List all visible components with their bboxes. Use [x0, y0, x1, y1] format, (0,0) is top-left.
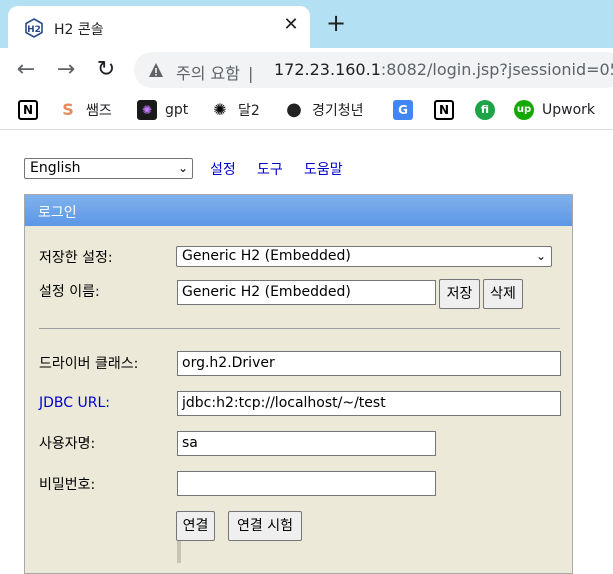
- h2-logo-icon: H2: [25, 18, 43, 38]
- test-connection-button[interactable]: 연결 시험: [228, 511, 302, 541]
- bookmark-dal2[interactable]: ✺ 달2: [210, 99, 260, 121]
- gpt-icon: ✺: [137, 100, 157, 120]
- login-panel: 로그인 저장한 설정: Generic H2 (Embedded) ⌄ 설정 이…: [24, 194, 573, 574]
- save-button[interactable]: 저장: [439, 279, 480, 309]
- login-title: 로그인: [38, 205, 77, 221]
- bookmark-gyeonggi[interactable]: ● 경기청년: [284, 99, 364, 121]
- help-link[interactable]: 도움말: [304, 159, 343, 179]
- driver-class-field[interactable]: org.h2.Driver: [177, 351, 561, 376]
- tools-link[interactable]: 도구: [257, 159, 283, 179]
- bookmark-notion-2[interactable]: N: [434, 99, 454, 121]
- bookmark-fi[interactable]: fi: [475, 99, 495, 121]
- connect-button[interactable]: 연결: [176, 511, 215, 541]
- bookmark-label: 달2: [238, 103, 260, 119]
- bookmark-label: Upwork: [542, 102, 596, 118]
- openai-icon: ✺: [210, 100, 230, 120]
- saved-settings-label: 저장한 설정:: [39, 250, 113, 266]
- setting-name-label: 설정 이름:: [39, 284, 100, 300]
- fi-icon: fi: [475, 100, 495, 120]
- resize-handle[interactable]: [177, 541, 181, 563]
- delete-button[interactable]: 삭제: [483, 279, 523, 309]
- forward-icon[interactable]: →: [52, 56, 80, 84]
- chevron-down-icon: ⌄: [177, 161, 188, 175]
- bookmark-translate[interactable]: G: [393, 99, 413, 121]
- jdbc-url-field[interactable]: jdbc:h2:tcp://localhost/~/test: [177, 391, 561, 416]
- bookmark-label: 쌤즈: [86, 103, 112, 119]
- bookmarks-bar: N S 쌤즈 ✺ gpt ✺ 달2 ● 경기청년 G N fi up Upwor…: [0, 92, 613, 130]
- new-tab-icon[interactable]: +: [324, 11, 348, 36]
- address-bar[interactable]: 주의 요함 | 172.23.160.1:8082/login.jsp?jsess…: [134, 52, 613, 88]
- divider: [39, 328, 560, 329]
- bookmark-notion[interactable]: N: [18, 99, 38, 121]
- driver-class-label: 드라이버 클래스:: [39, 356, 139, 372]
- tab-strip: H2 H2 콘솔 ✕ +: [0, 0, 613, 48]
- url-text[interactable]: 172.23.160.1:8082/login.jsp?jsessionid=0…: [274, 60, 613, 79]
- browser-toolbar: ← → ↻ 주의 요함 | 172.23.160.1:8082/login.jsp…: [0, 48, 613, 92]
- password-label: 비밀번호:: [39, 477, 96, 493]
- bookmark-label: gpt: [165, 102, 189, 118]
- bookmark-gpt[interactable]: ✺ gpt: [137, 99, 188, 121]
- svg-text:H2: H2: [27, 25, 41, 35]
- saved-settings-select[interactable]: Generic H2 (Embedded) ⌄: [176, 246, 552, 267]
- bookmark-upwork[interactable]: up Upwork: [514, 99, 595, 121]
- globe-icon: ●: [284, 100, 304, 120]
- setting-name-field[interactable]: Generic H2 (Embedded): [177, 280, 436, 305]
- upwork-icon: up: [514, 100, 534, 120]
- security-warning-text: 주의 요함 |: [176, 64, 254, 83]
- language-select[interactable]: English ⌄: [24, 158, 193, 179]
- login-panel-header: 로그인: [25, 195, 572, 226]
- chevron-down-icon: ⌄: [535, 249, 546, 263]
- username-field[interactable]: sa: [177, 431, 436, 456]
- bookmark-label: 경기청년: [312, 103, 364, 119]
- notion-icon: N: [434, 100, 454, 120]
- username-label: 사용자명:: [39, 436, 96, 452]
- tab-title: H2 콘솔: [54, 22, 104, 38]
- s-icon: S: [58, 100, 78, 120]
- jdbc-url-label[interactable]: JDBC URL:: [39, 395, 110, 411]
- translate-icon: G: [393, 100, 413, 120]
- browser-tab[interactable]: H2 H2 콘솔 ✕: [8, 6, 310, 48]
- notion-icon: N: [18, 100, 38, 120]
- bookmark-s[interactable]: S 쌤즈: [58, 99, 112, 121]
- settings-link[interactable]: 설정: [210, 159, 236, 179]
- password-field[interactable]: [177, 471, 436, 496]
- warning-icon: [149, 63, 163, 77]
- back-icon[interactable]: ←: [12, 56, 40, 84]
- reload-icon[interactable]: ↻: [92, 56, 120, 84]
- close-tab-icon[interactable]: ✕: [280, 14, 302, 36]
